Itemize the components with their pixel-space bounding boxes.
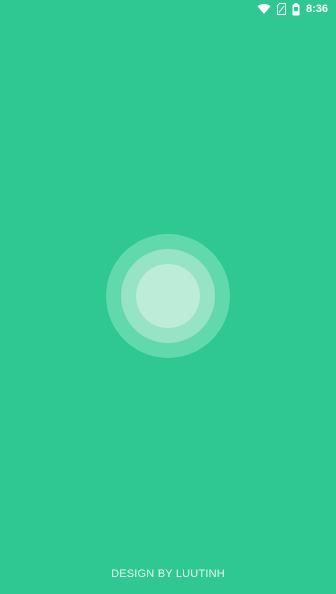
designer-credit: DESIGN BY LUUTINH xyxy=(111,568,225,580)
sim-card-icon xyxy=(276,2,286,16)
logo-inner-circle xyxy=(136,264,200,328)
wifi-icon xyxy=(257,2,271,16)
status-bar: 8:36 xyxy=(0,0,336,18)
splash-logo xyxy=(106,234,230,358)
battery-icon xyxy=(292,2,300,16)
status-time: 8:36 xyxy=(305,3,328,15)
